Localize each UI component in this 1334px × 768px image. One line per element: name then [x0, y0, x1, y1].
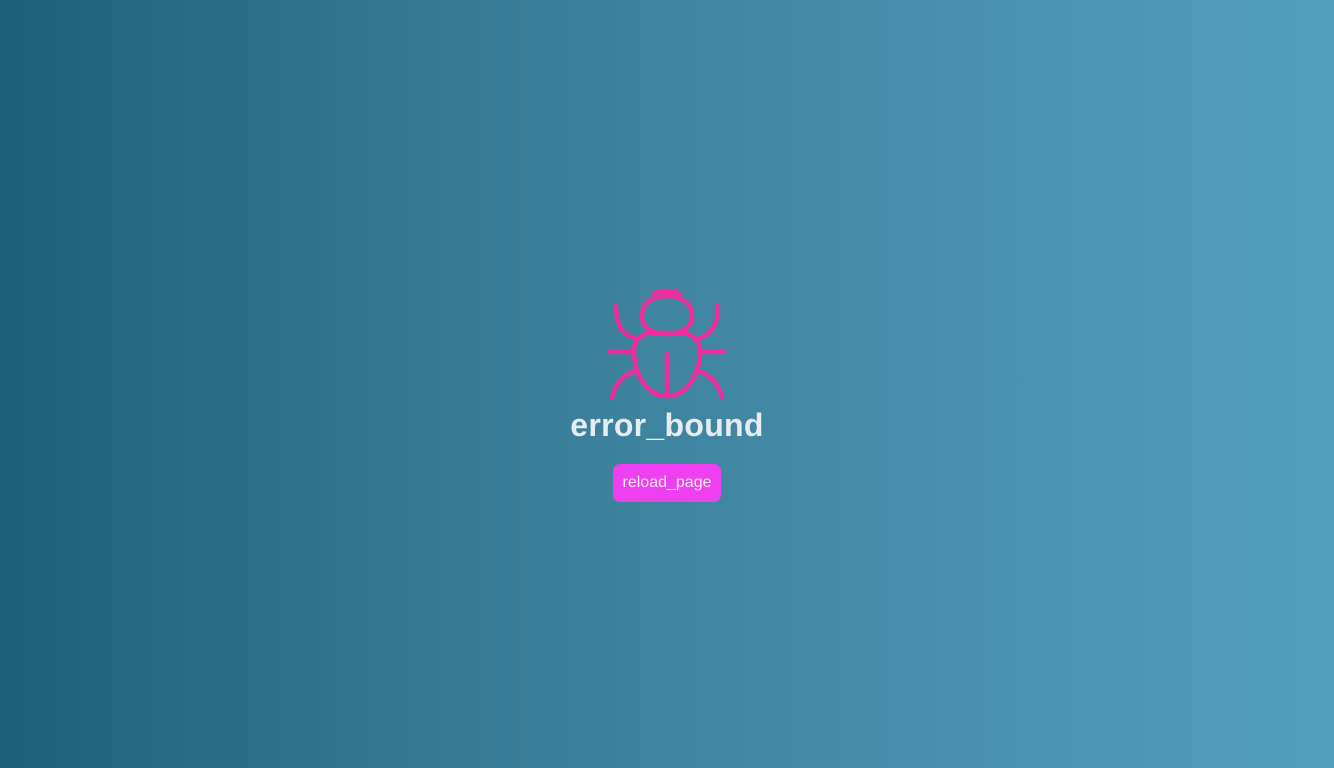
error-boundary-panel: error_bound reload_page [0, 0, 1334, 768]
error-title: error_bound [570, 407, 764, 443]
bug-icon [606, 288, 728, 400]
reload-page-button[interactable]: reload_page [613, 464, 721, 502]
